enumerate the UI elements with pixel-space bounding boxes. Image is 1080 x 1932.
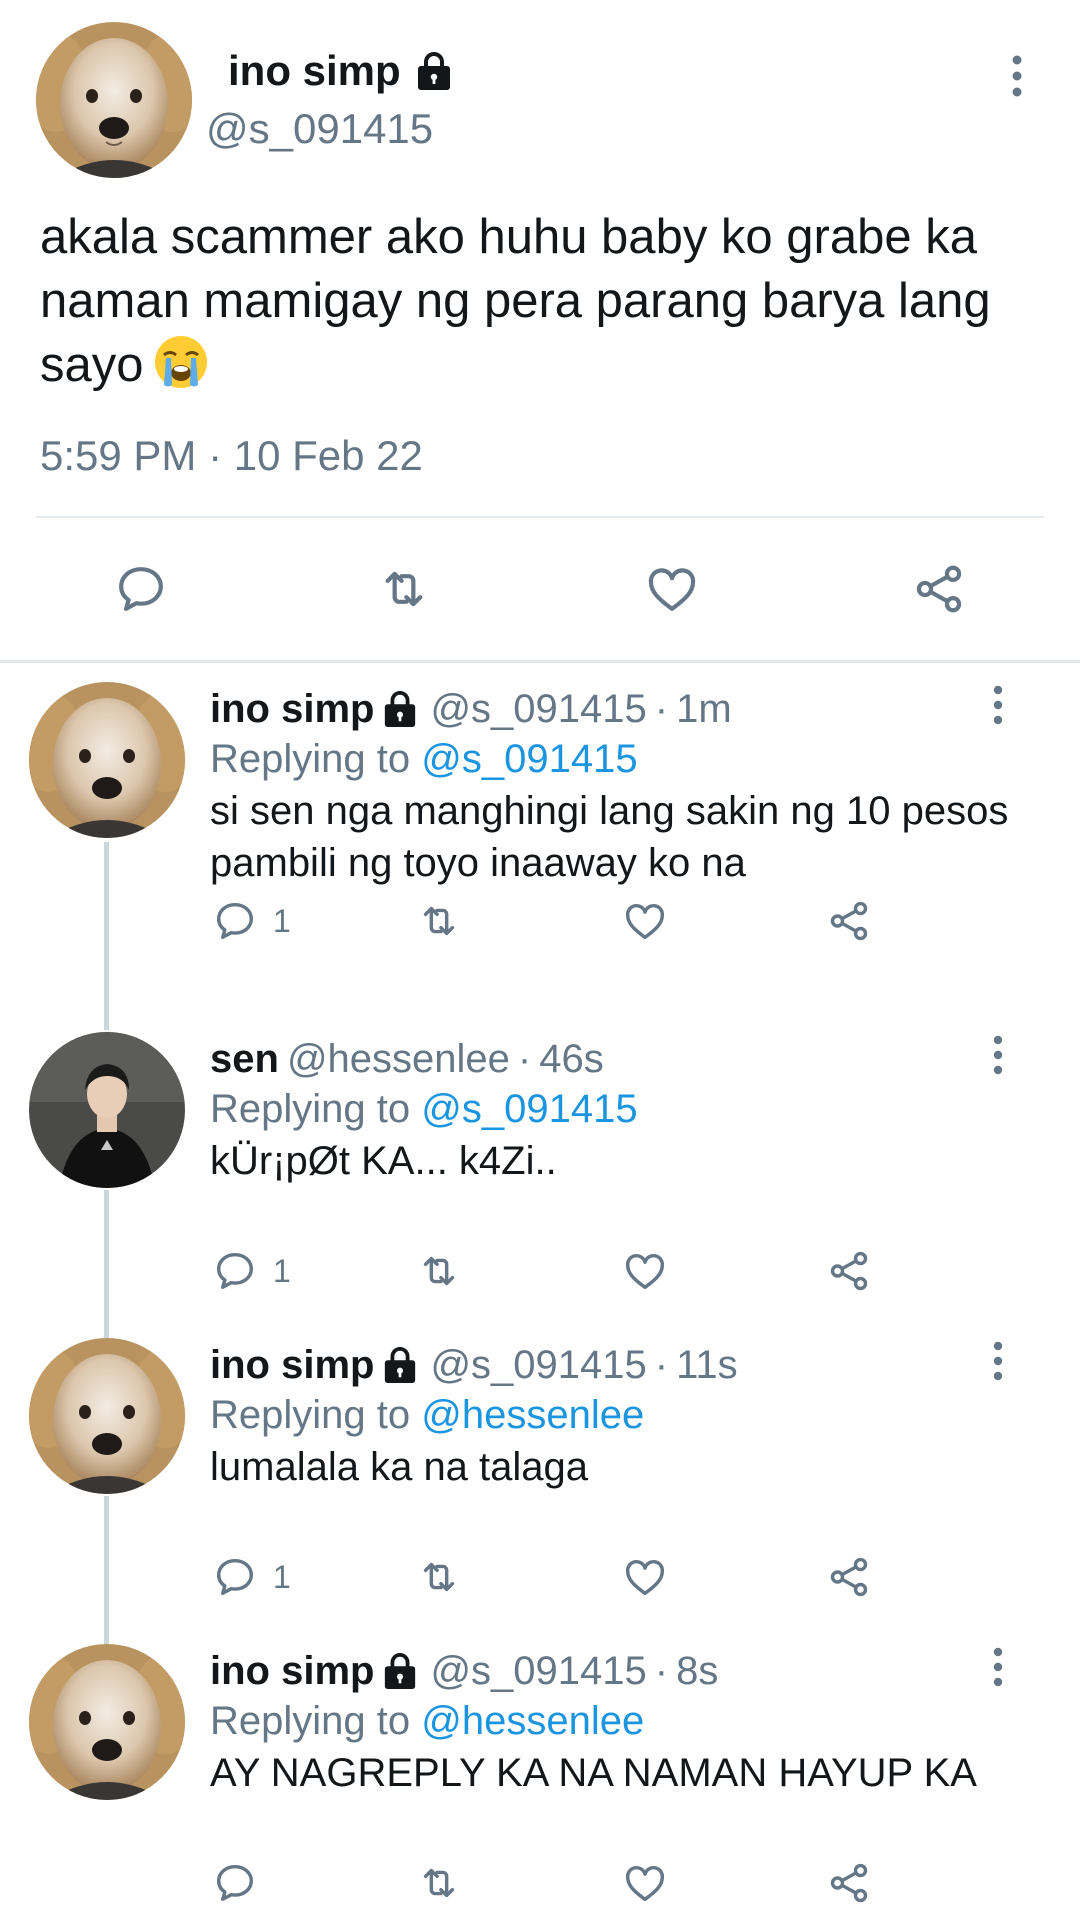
separator-dot: ·: [654, 687, 669, 731]
replying-to-label: Replying to: [210, 737, 411, 781]
reply-text: si sen nga manghingi lang sakin ng 10 pe…: [210, 789, 1009, 885]
share-icon[interactable]: [826, 1554, 872, 1600]
like-icon[interactable]: [622, 1860, 668, 1906]
like-icon[interactable]: [622, 1248, 668, 1294]
tweet-timestamp[interactable]: 5:59 PM · 10 Feb 22: [40, 435, 423, 477]
section-separator: [0, 660, 1080, 663]
lock-icon: [382, 1652, 418, 1690]
reply-tweet[interactable]: ino simp @s_091415 · 1m Replying to @s_0…: [0, 665, 1080, 970]
retweet-icon[interactable]: [376, 561, 432, 617]
reply-icon[interactable]: [212, 1554, 258, 1600]
mention-link[interactable]: @hessenlee: [421, 1699, 644, 1743]
retweet-icon[interactable]: [416, 1554, 462, 1600]
replying-to: Replying to @hessenlee: [210, 1701, 644, 1741]
author-name[interactable]: sen: [210, 1039, 279, 1079]
mention-link[interactable]: @s_091415: [421, 737, 637, 781]
replying-to: Replying to @hessenlee: [210, 1395, 644, 1435]
reply-icon[interactable]: [212, 1860, 258, 1906]
tweet-text: akala scammer ako huhu baby ko grabe ka …: [40, 205, 1050, 407]
reply-header: sen @hessenlee · 46s: [210, 1039, 604, 1079]
avatar[interactable]: [29, 1644, 185, 1800]
author-name[interactable]: ino simp: [210, 689, 374, 729]
author-handle[interactable]: @hessenlee: [287, 1039, 510, 1079]
reply-time[interactable]: 11s: [676, 1345, 738, 1385]
avatar[interactable]: [29, 1032, 185, 1188]
share-icon[interactable]: [911, 561, 967, 617]
more-options-icon[interactable]: [987, 1339, 1009, 1383]
avatar[interactable]: [29, 1338, 185, 1494]
share-icon[interactable]: [826, 898, 872, 944]
separator-dot: ·: [517, 1037, 532, 1081]
like-icon[interactable]: [622, 1554, 668, 1600]
replying-to: Replying to @s_091415: [210, 739, 638, 779]
author-name[interactable]: ino simp: [210, 1651, 374, 1691]
reply-tweet[interactable]: sen @hessenlee · 46s Replying to @s_0914…: [0, 1015, 1080, 1320]
reply-header: ino simp @s_091415 · 1m: [210, 689, 732, 729]
like-icon[interactable]: [644, 561, 700, 617]
reply-icon[interactable]: [212, 1248, 258, 1294]
lock-icon: [382, 1346, 418, 1384]
share-icon[interactable]: [826, 1248, 872, 1294]
reply-count: 1: [273, 903, 291, 939]
author-handle[interactable]: @s_091415: [206, 108, 433, 150]
author-handle[interactable]: @s_091415: [430, 1651, 646, 1691]
replying-to-label: Replying to: [210, 1699, 411, 1743]
reply-text: lumalala ka na talaga: [210, 1445, 589, 1489]
more-options-icon[interactable]: [987, 1645, 1009, 1689]
avatar[interactable]: [36, 22, 192, 178]
retweet-icon[interactable]: [416, 898, 462, 944]
author-row: ino simp: [228, 50, 453, 92]
replying-to-label: Replying to: [210, 1087, 411, 1131]
separator-dot: ·: [654, 1649, 669, 1693]
divider: [36, 516, 1044, 518]
mention-link[interactable]: @hessenlee: [421, 1393, 644, 1437]
crying-face-emoji-icon: [152, 333, 210, 407]
author-name[interactable]: ino simp: [210, 1345, 374, 1385]
more-options-icon[interactable]: [987, 1033, 1009, 1077]
like-icon[interactable]: [622, 898, 668, 944]
separator-dot: ·: [654, 1343, 669, 1387]
more-options-icon[interactable]: [987, 683, 1009, 727]
reply-tweet[interactable]: ino simp @s_091415 · 8s Replying to @hes…: [0, 1627, 1080, 1932]
reply-text: AY NAGREPLY KA NA NAMAN HAYUP KA: [210, 1751, 977, 1795]
reply-icon[interactable]: [212, 898, 258, 944]
main-tweet: ino simp @s_091415 akala scammer ako huh…: [0, 0, 1080, 663]
share-icon[interactable]: [826, 1860, 872, 1906]
retweet-icon[interactable]: [416, 1248, 462, 1294]
reply-count: 1: [273, 1559, 291, 1595]
reply-time[interactable]: 1m: [676, 689, 732, 729]
reply-header: ino simp @s_091415 · 8s: [210, 1651, 718, 1691]
lock-icon: [382, 690, 418, 728]
replying-to: Replying to @s_091415: [210, 1089, 638, 1129]
reply-tweet[interactable]: ino simp @s_091415 · 11s Replying to @he…: [0, 1321, 1080, 1626]
author-handle[interactable]: @s_091415: [430, 1345, 646, 1385]
lock-icon: [415, 51, 453, 91]
reply-count: 1: [273, 1253, 291, 1289]
reply-text: kÜr¡pØt KA... k4Zi..: [210, 1139, 557, 1183]
author-handle[interactable]: @s_091415: [430, 689, 646, 729]
retweet-icon[interactable]: [416, 1860, 462, 1906]
replying-to-label: Replying to: [210, 1393, 411, 1437]
author-name[interactable]: ino simp: [228, 50, 401, 92]
more-options-icon[interactable]: [1005, 52, 1029, 100]
avatar[interactable]: [29, 682, 185, 838]
reply-icon[interactable]: [113, 561, 169, 617]
reply-time[interactable]: 46s: [539, 1039, 604, 1079]
mention-link[interactable]: @s_091415: [421, 1087, 637, 1131]
reply-header: ino simp @s_091415 · 11s: [210, 1345, 738, 1385]
reply-time[interactable]: 8s: [676, 1651, 718, 1691]
